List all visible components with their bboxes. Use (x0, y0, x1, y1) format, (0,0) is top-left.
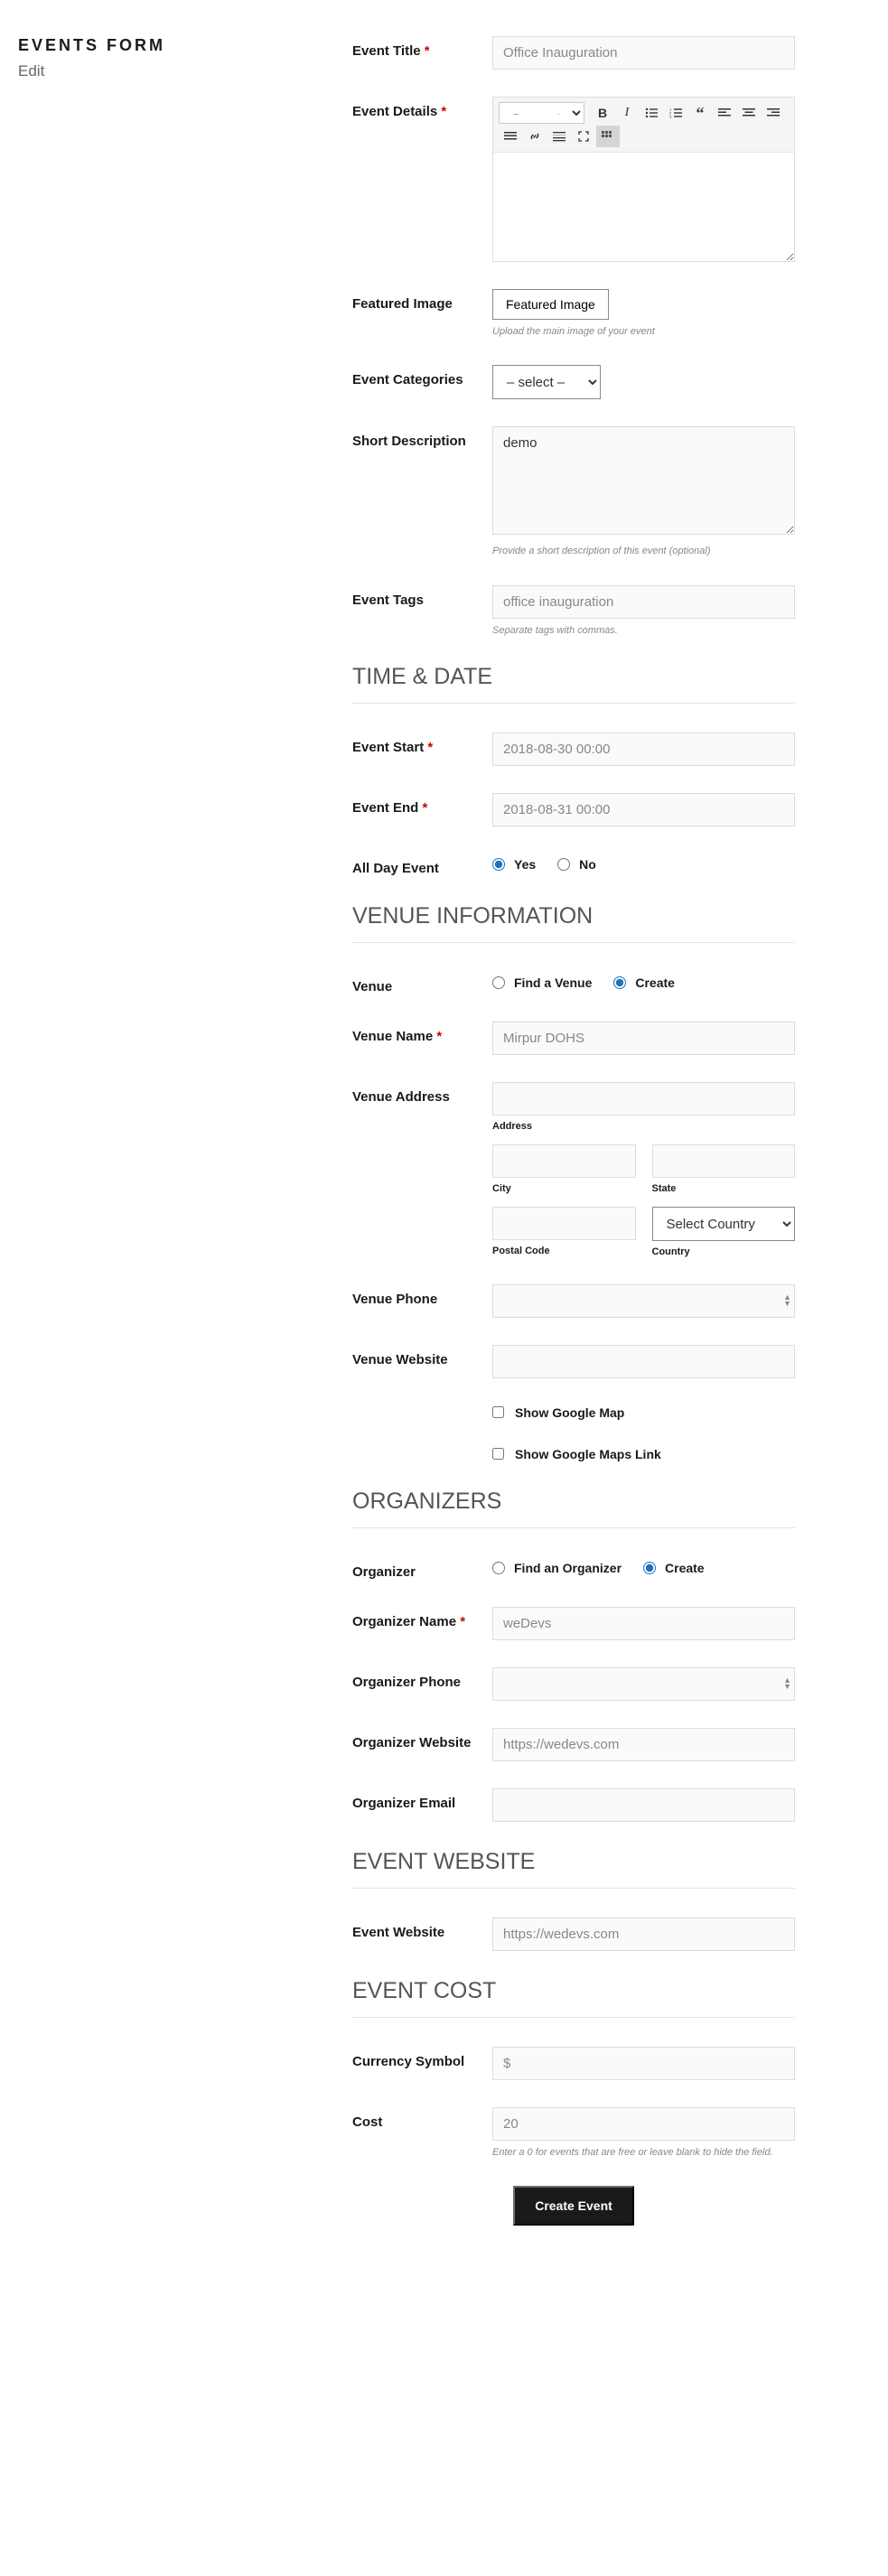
event-title-input[interactable] (492, 36, 795, 70)
venue-find[interactable]: Find a Venue (492, 975, 592, 990)
event-tags-input[interactable] (492, 585, 795, 619)
align-left-icon[interactable] (713, 102, 736, 124)
venue-address-label: Venue Address (352, 1082, 492, 1105)
sidebar-title: EVENTS FORM (18, 36, 307, 55)
address-sublabel: Address (492, 1121, 795, 1132)
featured-image-help: Upload the main image of your event (492, 325, 795, 338)
venue-website-label: Venue Website (352, 1345, 492, 1367)
rich-text-editor: Paragraph B I 123 “ (492, 97, 795, 262)
organizer-create[interactable]: Create (643, 1561, 705, 1575)
short-desc-textarea[interactable]: demo (492, 426, 795, 535)
toolbar-toggle-icon[interactable] (596, 126, 620, 147)
editor-toolbar: Paragraph B I 123 “ (493, 98, 794, 153)
section-event-cost: EVENT COST (352, 1978, 795, 2018)
edit-link[interactable]: Edit (18, 62, 44, 80)
organizer-website-input[interactable] (492, 1728, 795, 1761)
venue-phone-input[interactable] (492, 1284, 795, 1318)
section-time-date: TIME & DATE (352, 664, 795, 704)
align-justify-icon[interactable] (499, 126, 522, 147)
venue-create[interactable]: Create (613, 975, 675, 990)
state-sublabel: State (652, 1183, 796, 1194)
italic-icon[interactable]: I (615, 102, 639, 124)
organizer-website-label: Organizer Website (352, 1728, 492, 1750)
event-website-input[interactable] (492, 1918, 795, 1951)
postal-sublabel: Postal Code (492, 1246, 636, 1256)
currency-input[interactable] (492, 2047, 795, 2080)
featured-image-button[interactable]: Featured Image (492, 289, 609, 320)
blockquote-icon[interactable]: “ (688, 102, 712, 124)
venue-website-input[interactable] (492, 1345, 795, 1378)
spinner-icon[interactable]: ▲▼ (783, 1294, 791, 1307)
venue-name-label: Venue Name * (352, 1022, 492, 1044)
venue-phone-label: Venue Phone (352, 1284, 492, 1307)
event-tags-label: Event Tags (352, 585, 492, 608)
event-tags-help: Separate tags with commas. (492, 624, 795, 637)
editor-content[interactable] (493, 153, 794, 261)
organizer-email-label: Organizer Email (352, 1788, 492, 1811)
organizer-email-input[interactable] (492, 1788, 795, 1822)
organizer-label: Organizer (352, 1557, 492, 1580)
event-details-label: Event Details * (352, 97, 492, 119)
spinner-icon[interactable]: ▲▼ (783, 1677, 791, 1690)
fullscreen-icon[interactable] (572, 126, 595, 147)
section-organizers: ORGANIZERS (352, 1489, 795, 1528)
organizer-name-label: Organizer Name * (352, 1607, 492, 1629)
form-main: Event Title * Event Details * Paragraph … (352, 36, 795, 2226)
short-desc-label: Short Description (352, 426, 492, 449)
cost-input[interactable] (492, 2107, 795, 2141)
event-end-label: Event End * (352, 793, 492, 816)
sidebar: EVENTS FORM Edit (18, 36, 307, 2226)
event-website-label: Event Website (352, 1918, 492, 1940)
venue-postal-input[interactable] (492, 1207, 636, 1240)
link-icon[interactable] (523, 126, 547, 147)
event-start-label: Event Start * (352, 733, 492, 755)
create-event-button[interactable]: Create Event (513, 2186, 634, 2226)
cost-label: Cost (352, 2107, 492, 2130)
event-start-input[interactable] (492, 733, 795, 766)
align-center-icon[interactable] (737, 102, 761, 124)
bullet-list-icon[interactable] (640, 102, 663, 124)
numbered-list-icon[interactable]: 123 (664, 102, 687, 124)
insert-more-icon[interactable] (547, 126, 571, 147)
event-end-input[interactable] (492, 793, 795, 826)
all-day-no[interactable]: No (557, 857, 596, 872)
venue-address-input[interactable] (492, 1082, 795, 1115)
align-right-icon[interactable] (762, 102, 785, 124)
section-venue-info: VENUE INFORMATION (352, 903, 795, 943)
venue-city-input[interactable] (492, 1144, 636, 1178)
city-sublabel: City (492, 1183, 636, 1194)
svg-text:3: 3 (669, 115, 672, 119)
organizer-find[interactable]: Find an Organizer (492, 1561, 622, 1575)
event-title-label: Event Title * (352, 36, 492, 59)
venue-country-select[interactable]: Select Country (652, 1207, 796, 1241)
bold-icon[interactable]: B (591, 102, 614, 124)
venue-name-input[interactable] (492, 1022, 795, 1055)
currency-label: Currency Symbol (352, 2047, 492, 2069)
country-sublabel: Country (652, 1246, 796, 1257)
show-google-map-checkbox[interactable]: Show Google Map (492, 1405, 795, 1420)
all-day-yes[interactable]: Yes (492, 857, 536, 872)
venue-label: Venue (352, 972, 492, 994)
organizer-phone-label: Organizer Phone (352, 1667, 492, 1690)
show-google-maps-link-checkbox[interactable]: Show Google Maps Link (492, 1447, 795, 1461)
short-desc-help: Provide a short description of this even… (492, 545, 795, 557)
featured-image-label: Featured Image (352, 289, 492, 312)
all-day-label: All Day Event (352, 854, 492, 876)
venue-state-input[interactable] (652, 1144, 796, 1178)
event-categories-select[interactable]: – select – (492, 365, 601, 399)
event-categories-label: Event Categories (352, 365, 492, 387)
organizer-phone-input[interactable] (492, 1667, 795, 1701)
cost-help: Enter a 0 for events that are free or le… (492, 2146, 795, 2159)
format-select[interactable]: Paragraph (499, 102, 584, 124)
organizer-name-input[interactable] (492, 1607, 795, 1640)
section-event-website: EVENT WEBSITE (352, 1849, 795, 1889)
